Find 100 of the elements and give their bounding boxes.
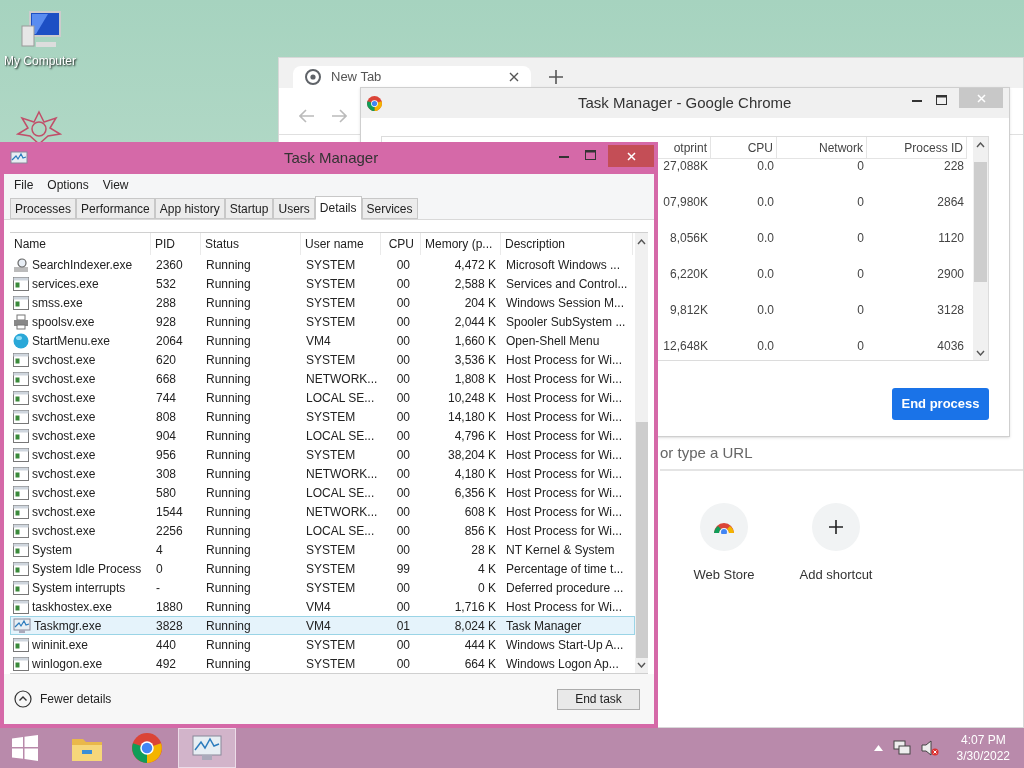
column-header[interactable]: Process ID xyxy=(867,137,967,158)
table-row[interactable]: System Idle Process 0 Running SYSTEM 99 4 K Percentage of time t... xyxy=(10,559,635,578)
caret-up-icon xyxy=(637,239,646,245)
column-header[interactable]: Description xyxy=(501,233,633,255)
table-row[interactable]: svchost.exe 668 Running NETWORK... 00 1,808 K Host Process for Wi... xyxy=(10,369,635,388)
tab[interactable]: Processes xyxy=(10,198,77,219)
window-icon xyxy=(13,409,29,424)
table-cell-text: 4,472 K xyxy=(453,256,497,274)
table-cell-text: 0 K xyxy=(477,579,497,597)
maximize-icon[interactable] xyxy=(936,95,947,105)
caret-up-icon[interactable] xyxy=(873,745,883,751)
column-header[interactable]: Name xyxy=(10,233,151,255)
menu-item[interactable]: File xyxy=(14,176,34,194)
tab[interactable]: App history xyxy=(154,198,225,219)
table-row[interactable]: smss.exe 288 Running SYSTEM 00 204 K Windows Session M... xyxy=(10,293,635,312)
table-row[interactable]: spoolsv.exe 928 Running SYSTEM 00 2,044 K Spooler SubSystem ... xyxy=(10,312,635,331)
table-cell-text: 00 xyxy=(395,579,411,597)
table-cell-text: 8,024 K xyxy=(453,617,497,635)
table-row[interactable]: svchost.exe 744 Running LOCAL SE... 00 10,248 K Host Process for Wi... xyxy=(10,388,635,407)
close-button[interactable] xyxy=(608,145,654,167)
scrollbar[interactable] xyxy=(635,233,648,673)
table-row[interactable]: svchost.exe 904 Running LOCAL SE... 00 4,796 K Host Process for Wi... xyxy=(10,426,635,445)
table-cell-text: 27,088K xyxy=(662,159,709,173)
table-row[interactable]: svchost.exe 308 Running NETWORK... 00 4,180 K Host Process for Wi... xyxy=(10,464,635,483)
minimize-icon[interactable] xyxy=(912,100,922,103)
table-row[interactable]: taskhostex.exe 1880 Running VM4 00 1,716 K Host Process for Wi... xyxy=(10,597,635,616)
table-cell-text: Taskmgr.exe xyxy=(34,617,102,635)
fewer-details-toggle[interactable]: Fewer details xyxy=(14,690,112,708)
close-icon xyxy=(976,93,986,103)
table-row[interactable]: svchost.exe 956 Running SYSTEM 00 38,204 K Host Process for Wi... xyxy=(10,445,635,464)
table-cell-text: 0 xyxy=(856,267,865,281)
table-cell-text: 4,180 K xyxy=(453,465,497,483)
table-row[interactable]: svchost.exe 808 Running SYSTEM 00 14,180 K Host Process for Wi... xyxy=(10,407,635,426)
table-cell-text: 99 xyxy=(395,560,411,578)
table-cell-text: 1120 xyxy=(937,231,965,245)
table-row[interactable]: winlogon.exe 492 Running SYSTEM 00 664 K Windows Logon Ap... xyxy=(10,654,635,673)
table-row[interactable]: svchost.exe 1544 Running NETWORK... 00 608 K Host Process for Wi... xyxy=(10,502,635,521)
table-row[interactable]: StartMenu.exe 2064 Running VM4 00 1,660 K Open-Shell Menu xyxy=(10,331,635,350)
tab[interactable]: Details xyxy=(314,196,362,220)
table-cell-text: 308 xyxy=(155,465,178,483)
table-cell-text: SYSTEM xyxy=(305,636,357,654)
window-icon xyxy=(13,485,29,500)
table-row[interactable]: svchost.exe 620 Running SYSTEM 00 3,536 K Host Process for Wi... xyxy=(10,350,635,369)
shortcut-tile[interactable]: Web Store xyxy=(668,503,780,585)
table-cell-text: Host Process for Wi... xyxy=(505,598,624,616)
end-process-button[interactable]: End process xyxy=(892,388,989,420)
menu-item[interactable]: View xyxy=(102,176,129,194)
table-row[interactable]: System interrupts - Running SYSTEM 00 0 K Deferred procedure ... xyxy=(10,578,635,597)
table-cell-text: 00 xyxy=(395,503,411,521)
column-header[interactable]: Status xyxy=(201,233,301,255)
table-cell-text: svchost.exe xyxy=(32,503,96,521)
speaker-muted-icon[interactable] xyxy=(920,740,939,756)
window-icon xyxy=(13,523,29,538)
table-cell-text: svchost.exe xyxy=(32,484,96,502)
column-header[interactable]: PID xyxy=(151,233,201,255)
column-header[interactable]: CPU xyxy=(381,233,421,255)
table-cell-text: Running xyxy=(205,503,252,521)
close-icon[interactable] xyxy=(509,72,519,82)
table-cell-text: 1,808 K xyxy=(453,370,497,388)
table-cell-text: SYSTEM xyxy=(305,313,357,331)
forward-arrow-icon[interactable] xyxy=(331,109,347,123)
menu-item[interactable]: Options xyxy=(47,176,89,194)
monitor-chart-icon xyxy=(10,150,28,166)
shortcut-tile[interactable]: Add shortcut xyxy=(780,503,892,585)
column-header[interactable]: CPU xyxy=(711,137,777,158)
shortcut-label: Add shortcut xyxy=(799,566,873,584)
tab[interactable]: Services xyxy=(361,198,418,219)
window-icon xyxy=(13,428,29,443)
taskbar-app[interactable] xyxy=(178,728,236,768)
back-arrow-icon[interactable] xyxy=(299,109,315,123)
table-cell-text: 0.0 xyxy=(756,195,775,209)
network-icon[interactable] xyxy=(892,740,911,756)
table-cell-text: Running xyxy=(205,655,252,673)
table-row[interactable]: svchost.exe 2256 Running LOCAL SE... 00 856 K Host Process for Wi... xyxy=(10,521,635,540)
table-row[interactable]: System 4 Running SYSTEM 00 28 K NT Kernel & System xyxy=(10,540,635,559)
rainbow-bag-icon xyxy=(713,520,735,534)
column-header[interactable]: Network xyxy=(777,137,867,158)
tab[interactable]: Startup xyxy=(224,198,274,219)
browser-tab[interactable]: New Tab xyxy=(293,66,531,88)
table-row[interactable]: svchost.exe 580 Running LOCAL SE... 00 6,356 K Host Process for Wi... xyxy=(10,483,635,502)
table-cell-text: 2864 xyxy=(936,195,965,209)
table-row[interactable]: wininit.exe 440 Running SYSTEM 00 444 K Windows Start-Up A... xyxy=(10,635,635,654)
column-header[interactable]: Memory (p... xyxy=(421,233,501,255)
table-cell-text: Host Process for Wi... xyxy=(505,408,624,426)
star-icon[interactable] xyxy=(16,110,62,144)
table-row[interactable]: services.exe 532 Running SYSTEM 00 2,588 K Services and Control... xyxy=(10,274,635,293)
table-cell-text: Host Process for Wi... xyxy=(505,503,624,521)
table-cell-text: Host Process for Wi... xyxy=(505,351,624,369)
close-icon xyxy=(626,151,636,161)
tab[interactable]: Users xyxy=(273,198,315,219)
table-cell-text: 1,660 K xyxy=(453,332,497,350)
end-task-button[interactable]: End task xyxy=(557,688,640,710)
column-header[interactable]: User name xyxy=(301,233,381,255)
table-row[interactable]: Taskmgr.exe 3828 Running VM4 01 8,024 K Task Manager xyxy=(10,616,635,635)
tab[interactable]: Performance xyxy=(76,198,155,219)
table-cell-text: 00 xyxy=(395,294,411,312)
plus-icon[interactable] xyxy=(549,70,563,84)
scrollbar[interactable] xyxy=(973,137,988,360)
table-row[interactable]: SearchIndexer.exe 2360 Running SYSTEM 00 4,472 K Microsoft Windows ... xyxy=(10,255,635,274)
table-cell-text: SYSTEM xyxy=(305,446,357,464)
